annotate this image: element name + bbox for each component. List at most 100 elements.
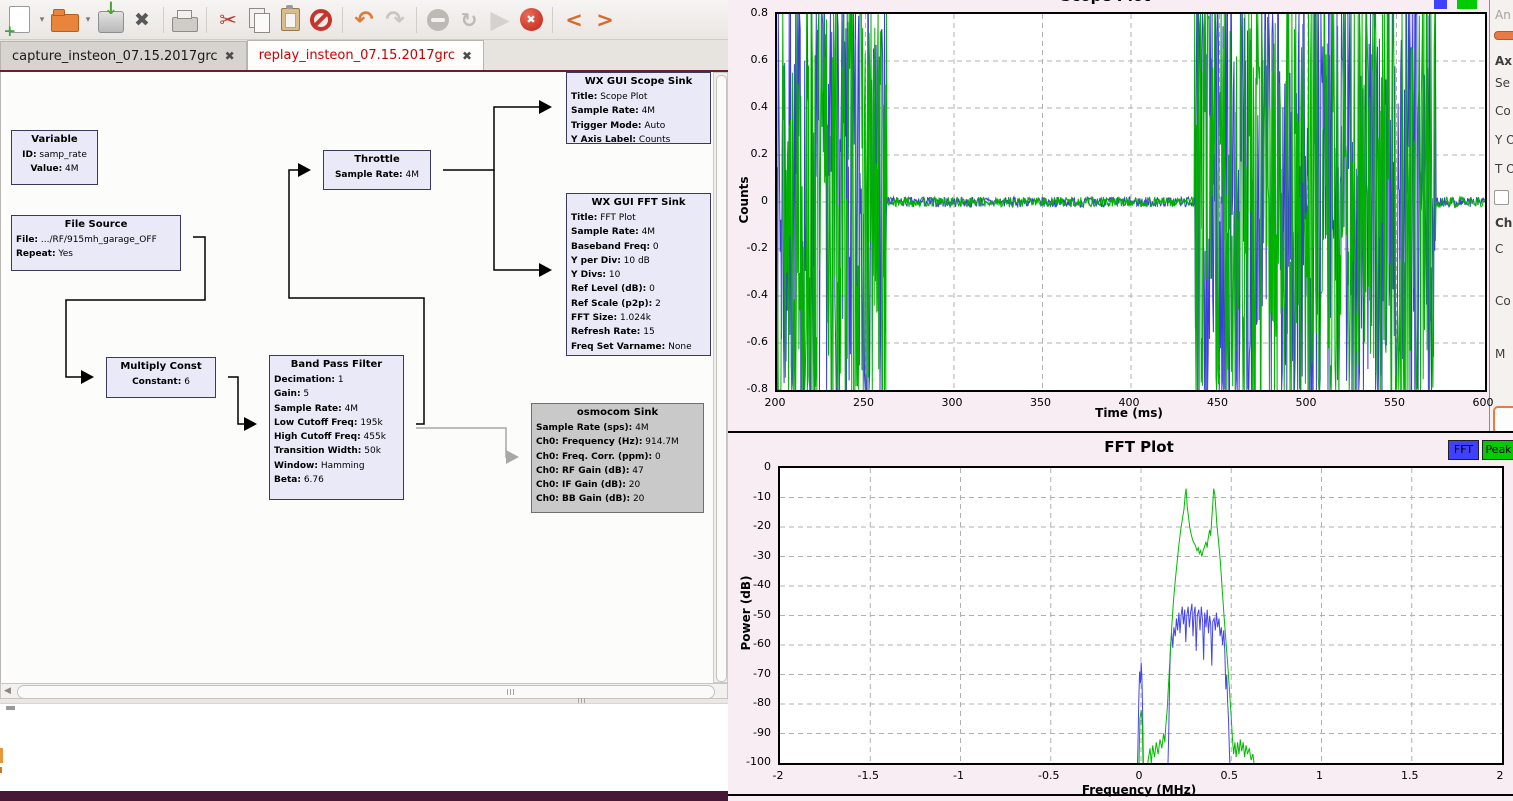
tab-bar: capture_insteon_07.15.2017grc ✖ replay_i… <box>0 40 728 70</box>
output-port[interactable] <box>215 365 216 391</box>
output-port[interactable] <box>403 412 404 438</box>
print-icon <box>172 17 198 32</box>
block-variable[interactable]: VariableID: samp_rateValue: 4M <box>11 130 98 185</box>
block-param: Ch0: RF Gain (dB): 47 <box>532 464 703 478</box>
scope-legend-channel1 <box>1434 0 1447 9</box>
y-tick-label: 0.2 <box>728 147 768 160</box>
new-file-dropdown[interactable]: ▾ <box>35 3 49 37</box>
input-port[interactable] <box>531 445 532 471</box>
coupling-option-label: Co <box>1495 294 1511 308</box>
canvas-horizontal-scrollbar[interactable]: ◀ <box>0 683 728 699</box>
close-file-button[interactable]: ✖ <box>127 3 157 37</box>
generate-icon: ↻ <box>461 8 478 32</box>
generate-button[interactable]: ↻ <box>454 3 484 37</box>
redo-button[interactable]: ↷ <box>380 3 410 37</box>
block-params: Decimation: 1Gain: 5Sample Rate: 4MLow C… <box>270 373 403 487</box>
block-osmocom-sink[interactable]: osmocom SinkSample Rate (sps): 4MCh0: Fr… <box>531 403 704 513</box>
copy-button[interactable] <box>244 3 274 37</box>
block-param: Gain: 5 <box>270 387 403 401</box>
t-offset-label: T O <box>1495 162 1513 176</box>
scrollbar-thumb[interactable] <box>716 75 727 682</box>
block-params: Sample Rate: 4M <box>324 168 430 182</box>
plot-canvas <box>780 468 1502 763</box>
block-file-source[interactable]: File SourceFile: .../RF/915mh_garage_OFF… <box>11 215 181 271</box>
block-param: Ref Level (dB): 0 <box>567 282 710 296</box>
tab-capture-insteon[interactable]: capture_insteon_07.15.2017grc ✖ <box>0 41 247 70</box>
block-params: Sample Rate (sps): 4MCh0: Frequency (Hz)… <box>532 421 703 507</box>
cut-button[interactable]: ✂ <box>213 3 243 37</box>
input-port[interactable] <box>566 257 567 285</box>
block-band-pass-filter[interactable]: Band Pass FilterDecimation: 1Gain: 5Samp… <box>269 355 404 500</box>
stop-x-icon: ✖ <box>520 8 543 31</box>
arrowhead-disabled <box>506 450 519 464</box>
new-file-button[interactable]: + <box>4 3 34 37</box>
block-param: Window: Hamming <box>270 459 403 473</box>
tab-close-icon[interactable]: ✖ <box>462 49 472 63</box>
back-button[interactable]: < <box>559 3 589 37</box>
scope-plot-area <box>775 12 1487 392</box>
canvas-vertical-scrollbar[interactable] <box>713 72 728 683</box>
fft-legend-peak: Peak <box>1482 440 1513 460</box>
y-tick-label: -0.4 <box>728 288 768 301</box>
block-throttle[interactable]: ThrottleSample Rate: 4M <box>323 150 431 190</box>
scrollbar-thumb[interactable] <box>17 685 715 699</box>
console-panel <box>0 703 728 792</box>
paste-button[interactable] <box>275 3 305 37</box>
scroll-left-icon[interactable]: ◀ <box>4 686 11 696</box>
tab-replay-insteon[interactable]: replay_insteon_07.15.2017grc ✖ <box>247 40 484 70</box>
block-params: ID: samp_rateValue: 4M <box>12 148 97 177</box>
input-port[interactable] <box>566 94 567 122</box>
autorange-checkbox[interactable] <box>1494 190 1509 205</box>
delete-button[interactable] <box>306 3 336 37</box>
print-button[interactable] <box>170 3 200 37</box>
analog-alpha-slider[interactable] <box>1494 31 1513 40</box>
y-tick-label: -0.6 <box>728 335 768 348</box>
fft-legend-fft: FFT <box>1448 440 1479 460</box>
block-param: Constant: 6 <box>107 375 215 389</box>
block-param: Ch0: IF Gain (dB): 20 <box>532 478 703 492</box>
wire-bandpass-to-osmocom <box>416 428 508 457</box>
save-button[interactable]: ↓ <box>96 3 126 37</box>
play-icon: ▶ <box>490 7 509 32</box>
block-param: Ref Scale (p2p): 2 <box>567 297 710 311</box>
flowgraph-canvas[interactable]: VariableID: samp_rateValue: 4M File Sour… <box>0 72 713 683</box>
input-port[interactable] <box>323 158 324 184</box>
input-port[interactable] <box>106 365 107 391</box>
block-multiply-const[interactable]: Multiply ConstConstant: 6 <box>106 357 216 398</box>
open-file-dropdown[interactable]: ▾ <box>81 3 95 37</box>
block-param: High Cutoff Freq: 455k <box>270 430 403 444</box>
block-param: Sample Rate (sps): 4M <box>532 421 703 435</box>
fft-plot-title: FFT Plot <box>778 438 1500 456</box>
analog-alpha-label: An <box>1495 8 1511 22</box>
y-tick-label: -90 <box>728 726 771 739</box>
input-port[interactable] <box>269 412 270 438</box>
block-param: Ch0: BB Gain (dB): 20 <box>532 492 703 506</box>
panel-button[interactable] <box>1493 406 1513 431</box>
x-tick-label: 1 <box>1295 769 1345 782</box>
output-port[interactable] <box>180 225 181 251</box>
scope-plot-window: Scope Plot Counts Time (ms) An Ax Se Co … <box>728 0 1513 431</box>
block-wx-gui-scope-sink[interactable]: WX GUI Scope SinkTitle: Scope PlotSample… <box>566 72 711 144</box>
kill-button[interactable]: ✖ <box>516 3 546 37</box>
y-tick-label: -80 <box>728 696 771 709</box>
y-tick-label: -60 <box>728 637 771 650</box>
plot-canvas <box>777 14 1485 390</box>
block-params: Title: FFT PlotSample Rate: 4MBaseband F… <box>567 211 710 354</box>
block-wx-gui-fft-sink[interactable]: WX GUI FFT SinkTitle: FFT PlotSample Rat… <box>566 193 711 356</box>
redo-icon: ↷ <box>385 10 404 30</box>
tab-close-icon[interactable]: ✖ <box>225 49 235 63</box>
forward-button[interactable]: > <box>590 3 620 37</box>
output-port[interactable] <box>430 158 431 184</box>
block-param: Refresh Rate: 15 <box>567 325 710 339</box>
errors-button[interactable] <box>423 3 453 37</box>
execute-button[interactable]: ▶ <box>485 3 515 37</box>
screen: + ▾ ▾ ↓ ✖ ✂ ↶ ↷ ↻ ▶ ✖ < > capture_insteo… <box>0 0 1513 801</box>
undo-button[interactable]: ↶ <box>349 3 379 37</box>
scope-control-panel: An Ax Se Co Y O T O Ch C Co M <box>1489 0 1513 431</box>
block-title: osmocom Sink <box>532 404 703 421</box>
block-title: WX GUI FFT Sink <box>567 194 710 211</box>
x-tick-label: 450 <box>1193 396 1243 409</box>
y-tick-label: -0.2 <box>728 241 768 254</box>
wire-throttle-to-fft <box>494 170 541 270</box>
open-file-button[interactable] <box>50 3 80 37</box>
